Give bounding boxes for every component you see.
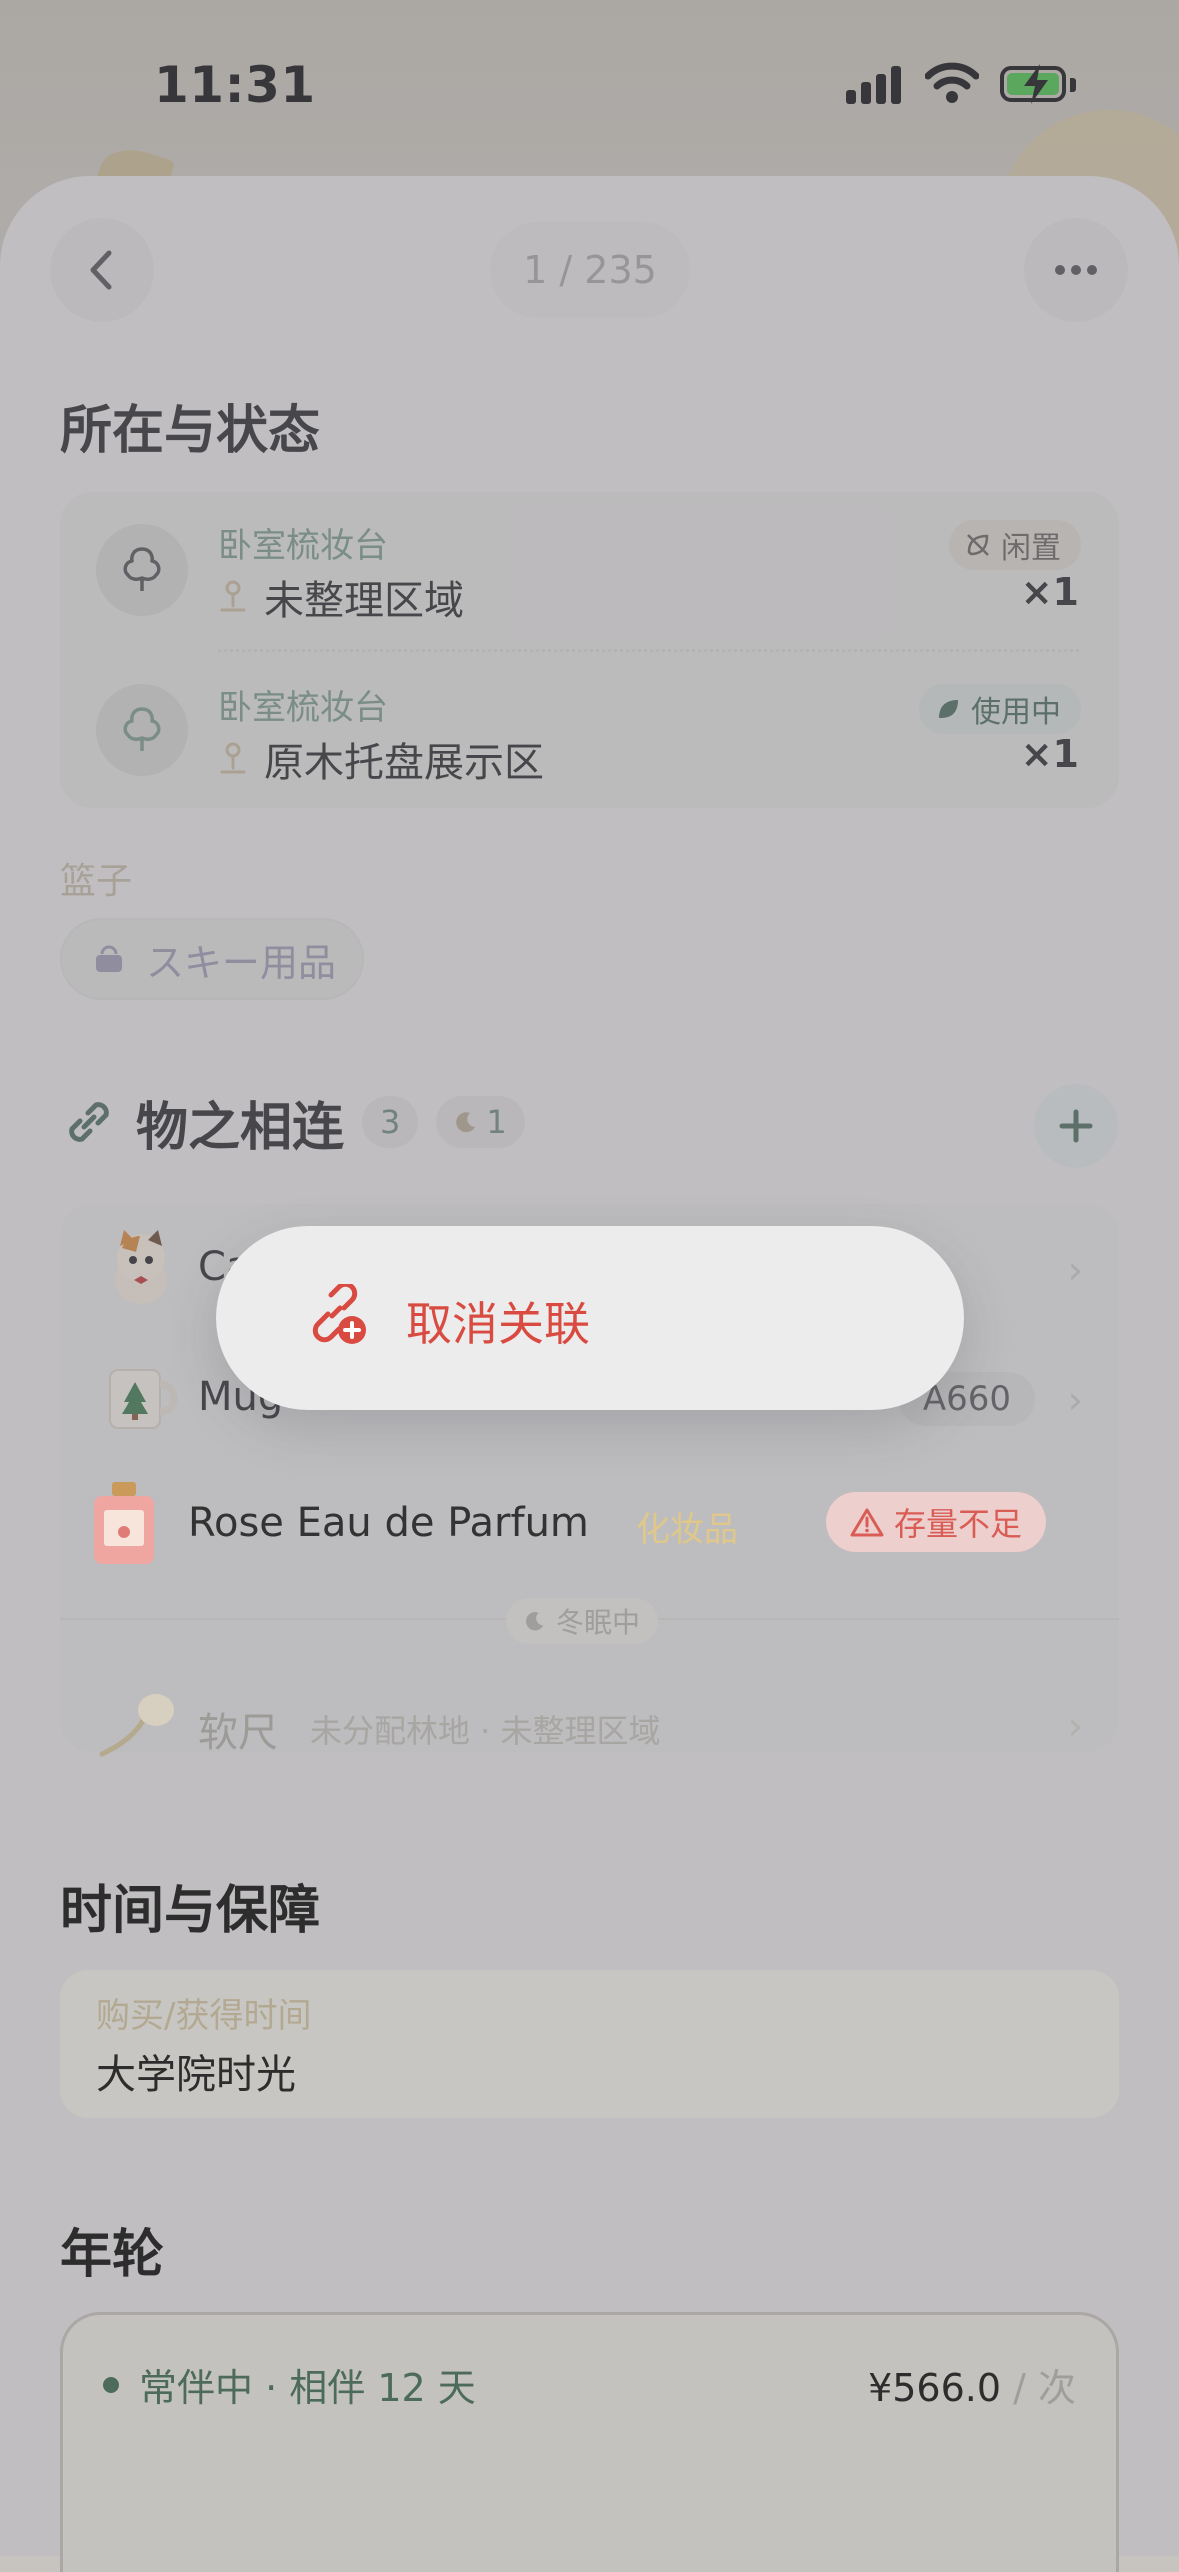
context-menu: 取消关联 — [216, 1226, 964, 1410]
purchase-time-label: 购买/获得时间 — [96, 1996, 312, 2036]
rings-card[interactable]: 常伴中 · 相伴 12 天 ¥566.0 / 次 — [60, 2312, 1119, 2572]
purchase-time-card[interactable]: 购买/获得时间 大学院时光 — [60, 1970, 1119, 2118]
relation-name: 软尺 — [198, 1710, 278, 1756]
section-title-rings: 年轮 — [60, 2225, 165, 2285]
purchase-time-value: 大学院时光 — [96, 2052, 296, 2098]
low-stock-badge: 存量不足 — [826, 1492, 1046, 1552]
warning-icon — [850, 1508, 884, 1537]
companion-status: 常伴中 · 相伴 12 天 — [139, 2366, 476, 2410]
relation-item-focused[interactable]: Rose Eau de Parfum 化妆品 存量不足 — [72, 1460, 1108, 1586]
unlink-menu-item[interactable]: 取消关联 — [406, 1288, 590, 1354]
chevron-right-icon: › — [1067, 1704, 1083, 1748]
hibernating-chip: 冬眠中 — [506, 1598, 659, 1644]
section-title-time: 时间与保障 — [60, 1881, 321, 1941]
hibernating-divider: 冬眠中 — [60, 1590, 1119, 1650]
unlink-icon — [312, 1284, 366, 1344]
relation-item-hibernating[interactable]: 软尺 未分配林地 · 未整理区域 › — [60, 1660, 1119, 1790]
status-dot — [103, 2376, 119, 2393]
moon-icon — [526, 1612, 544, 1631]
relation-name: Rose Eau de Parfum — [188, 1500, 589, 1546]
perfume-bottle-thumbnail — [94, 1482, 154, 1564]
cost-per-use: ¥566.0 / 次 — [868, 2366, 1076, 2410]
relation-meta: 未分配林地 · 未整理区域 — [310, 1712, 661, 1750]
relation-category: 化妆品 — [636, 1510, 738, 1550]
tape-measure-thumbnail — [99, 1694, 174, 1757]
